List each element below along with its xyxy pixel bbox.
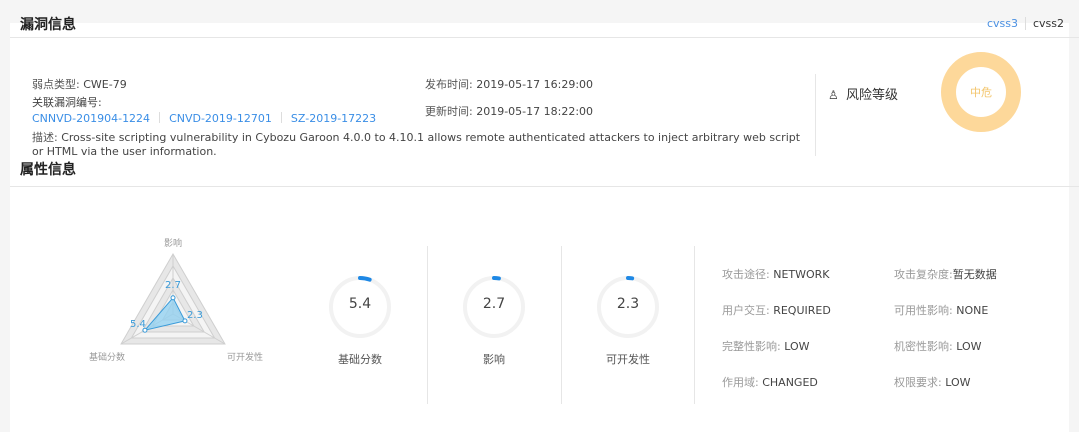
radar-point — [170, 295, 176, 301]
radar-axis-label: 影响 — [164, 237, 182, 249]
related-id-link[interactable]: CNVD-2019-12701 — [169, 112, 272, 125]
related-ids-label: 关联漏洞编号: — [32, 96, 102, 109]
confidentiality-impact-label: 机密性影响: — [894, 340, 953, 353]
attack-complexity-label: 攻击复杂度: — [894, 268, 953, 281]
base-score-label: 基础分数 — [338, 353, 382, 366]
radar-value-label: 2.3 — [187, 310, 203, 321]
vuln-info-title: 漏洞信息 — [20, 17, 76, 33]
impact-label: 影响 — [483, 353, 505, 366]
scope-label: 作用域: — [722, 376, 759, 389]
radar-chart: 影响基础分数 可开发性 2.7 5.4 2.3 — [89, 237, 263, 363]
alarm-icon: ♙ — [828, 88, 839, 102]
scope-value: CHANGED — [762, 376, 818, 389]
impact-value: 2.7 — [482, 296, 506, 312]
availability-impact: 可用性影响: NONE — [894, 302, 988, 318]
description-label: 描述: — [32, 131, 58, 144]
tab-cvss2[interactable]: cvss2 — [1026, 17, 1071, 30]
radar-axis-label: 可开发性 — [227, 351, 263, 363]
radar-value-label: 2.7 — [165, 280, 181, 291]
related-id-link[interactable]: SZ-2019-17223 — [291, 112, 376, 125]
tab-cvss3[interactable]: cvss3 — [980, 17, 1026, 30]
integrity-impact-label: 完整性影响: — [722, 340, 781, 353]
exploitability-gauge: 2.3 — [596, 275, 660, 339]
risk-level: ♙ 风险等级 — [828, 84, 898, 103]
risk-level-label: 风险等级 — [846, 88, 899, 103]
divider — [427, 246, 428, 404]
publish-time-value: 2019-05-17 16:29:00 — [476, 78, 594, 91]
vuln-info-header: 漏洞信息 cvss3 cvss2 — [10, 10, 1079, 38]
cvss-version-tabs: cvss3 cvss2 — [980, 17, 1071, 30]
confidentiality-impact: 机密性影响: LOW — [894, 338, 982, 354]
radar-axis-label: 基础分数 — [89, 351, 125, 363]
privileges-required-value: LOW — [945, 376, 971, 389]
attr-info-title: 属性信息 — [20, 162, 76, 178]
divider — [159, 112, 161, 123]
divider — [561, 246, 562, 404]
weakness-type: 弱点类型: CWE-79 — [32, 78, 127, 92]
publish-time: 发布时间: 2019-05-17 16:29:00 — [425, 78, 593, 92]
availability-impact-value: NONE — [956, 304, 989, 317]
privileges-required: 权限要求: LOW — [894, 374, 971, 390]
availability-impact-label: 可用性影响: — [894, 304, 953, 317]
risk-level-ring: 中危 — [941, 52, 1021, 132]
divider — [280, 112, 282, 123]
update-time-label: 更新时间: — [425, 105, 473, 118]
user-interaction-label: 用户交互: — [722, 304, 770, 317]
impact-gauge: 2.7 — [462, 275, 526, 339]
exploitability-value: 2.3 — [616, 296, 640, 312]
integrity-impact: 完整性影响: LOW — [722, 338, 810, 354]
attack-vector: 攻击途径: NETWORK — [722, 266, 830, 282]
attack-vector-value: NETWORK — [773, 268, 830, 281]
related-ids: CNNVD-201904-1224 CNVD-2019-12701 SZ-2019-… — [32, 112, 376, 126]
radar-value-label: 5.4 — [130, 319, 146, 330]
confidentiality-impact-value: LOW — [956, 340, 982, 353]
base-score-value: 5.4 — [348, 296, 372, 312]
related-id-link[interactable]: CNNVD-201904-1224 — [32, 112, 150, 125]
risk-level-value: 中危 — [970, 86, 992, 99]
update-time-value: 2019-05-17 18:22:00 — [476, 105, 594, 118]
user-interaction: 用户交互: REQUIRED — [722, 302, 831, 318]
weakness-value: CWE-79 — [83, 78, 127, 91]
privileges-required-label: 权限要求: — [894, 376, 942, 389]
integrity-impact-value: LOW — [784, 340, 810, 353]
attack-complexity: 攻击复杂度:暂无数据 — [894, 266, 997, 282]
attack-vector-label: 攻击途径: — [722, 268, 770, 281]
user-interaction-value: REQUIRED — [773, 304, 831, 317]
attack-complexity-value: 暂无数据 — [952, 268, 997, 281]
divider — [815, 74, 816, 156]
divider — [694, 246, 695, 404]
scope: 作用域: CHANGED — [722, 374, 818, 390]
exploitability-label: 可开发性 — [606, 353, 650, 366]
attr-info-header: 属性信息 — [10, 152, 1079, 187]
base-score-gauge: 5.4 — [328, 275, 392, 339]
update-time: 更新时间: 2019-05-17 18:22:00 — [425, 105, 593, 119]
publish-time-label: 发布时间: — [425, 78, 473, 91]
weakness-label: 弱点类型: — [32, 78, 80, 91]
